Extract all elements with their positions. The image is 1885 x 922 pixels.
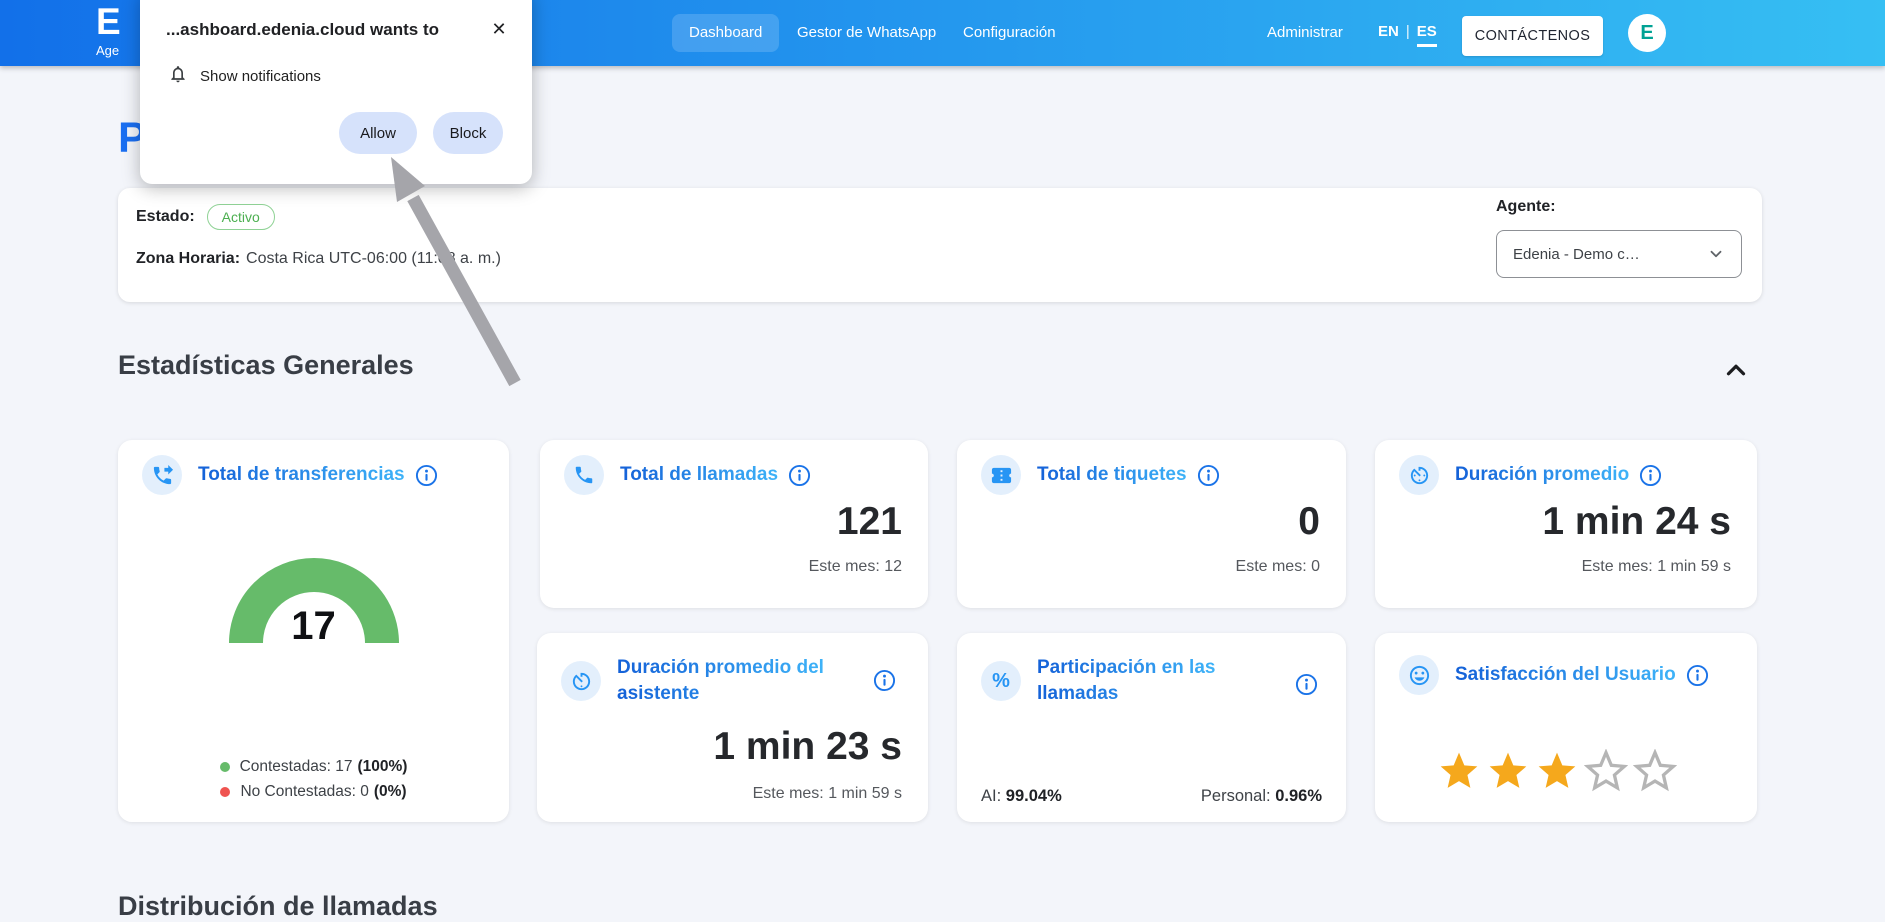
app-logo-subtitle: Age: [96, 43, 119, 58]
estado-label: Estado:: [136, 208, 195, 226]
info-icon[interactable]: [1639, 464, 1662, 487]
card-participacion: % Participación en lasllamadas AI: 99.04…: [957, 633, 1346, 822]
card-duracion-promedio: Duración promedio 1 min 24 s Este mes: 1…: [1375, 440, 1757, 608]
app-logo: E: [96, 1, 121, 43]
permission-text: Show notifications: [200, 68, 321, 85]
bell-icon: [168, 64, 188, 89]
chevron-down-icon: [1707, 245, 1725, 263]
green-dot-icon: [220, 762, 230, 772]
contact-button[interactable]: CONTÁCTENOS: [1462, 16, 1603, 56]
card-title: Total de tiquetes: [1037, 462, 1187, 488]
gauge-legend: Contestadas: 17 (100%) No Contestadas: 0…: [118, 758, 509, 801]
nav-gestor-whatsapp[interactable]: Gestor de WhatsApp: [797, 24, 936, 41]
card-title: Satisfacción del Usuario: [1455, 662, 1676, 688]
status-badge: Activo: [207, 204, 275, 230]
info-icon[interactable]: [788, 464, 811, 487]
ticket-icon: [981, 455, 1021, 495]
legend-answered: Contestadas: 17 (100%): [220, 758, 408, 776]
card-title: Total de transferencias: [198, 462, 405, 488]
calls-value: 121: [837, 500, 902, 544]
percent-icon: %: [981, 661, 1021, 701]
agente-label: Agente:: [1496, 198, 1556, 216]
star-filled-icon[interactable]: [1535, 749, 1579, 793]
legend-answered-pct: (100%): [357, 758, 407, 776]
lang-es[interactable]: ES: [1417, 23, 1437, 47]
star-empty-icon[interactable]: [1633, 749, 1677, 793]
info-icon[interactable]: [1686, 664, 1709, 687]
participation-values: AI: 99.04% Personal: 0.96%: [981, 787, 1322, 806]
star-rating[interactable]: [1437, 749, 1677, 793]
ai-participation: AI: 99.04%: [981, 787, 1062, 806]
dialog-title: ...ashboard.edenia.cloud wants to: [166, 20, 439, 40]
info-icon[interactable]: [1295, 673, 1318, 696]
avg-duration-sub: Este mes: 1 min 59 s: [1582, 558, 1731, 576]
lang-separator: |: [1406, 23, 1410, 47]
agente-selected-value: Edenia - Demo c…: [1513, 246, 1707, 263]
section-heading: Estadísticas Generales: [118, 350, 414, 381]
bottom-section-heading: Distribución de llamadas: [118, 891, 438, 922]
tickets-value: 0: [1298, 500, 1320, 544]
card-satisfaccion: Satisfacción del Usuario: [1375, 633, 1757, 822]
card-total-llamadas: Total de llamadas 121 Este mes: 12: [540, 440, 928, 608]
legend-unanswered-text: No Contestadas: 0: [240, 783, 368, 801]
status-card: Estado: Activo Zona Horaria: Costa Rica U…: [118, 188, 1762, 302]
info-icon[interactable]: [873, 669, 896, 692]
allow-button[interactable]: Allow: [339, 112, 417, 154]
star-empty-icon[interactable]: [1584, 749, 1628, 793]
close-icon[interactable]: ✕: [486, 16, 512, 42]
notification-permission-dialog: ...ashboard.edenia.cloud wants to ✕ Show…: [140, 0, 532, 184]
block-button[interactable]: Block: [433, 112, 503, 154]
agente-select[interactable]: Edenia - Demo c…: [1496, 230, 1742, 278]
timer-icon: [1399, 455, 1439, 495]
nav-administrar[interactable]: Administrar: [1267, 24, 1343, 41]
assistant-duration-value: 1 min 23 s: [713, 725, 902, 769]
nav-configuracion[interactable]: Configuración: [963, 24, 1056, 41]
user-avatar[interactable]: E: [1628, 14, 1666, 52]
timer-icon: [561, 661, 601, 701]
legend-unanswered-pct: (0%): [374, 783, 407, 801]
zona-horaria-value: Costa Rica UTC-06:00 (11:08 a. m.): [246, 250, 501, 267]
zona-horaria-label: Zona Horaria:: [136, 250, 240, 267]
smiley-icon: [1399, 655, 1439, 695]
legend-unanswered: No Contestadas: 0 (0%): [220, 783, 406, 801]
card-duracion-asistente: Duración promedio delasistente 1 min 23 …: [537, 633, 928, 822]
language-switcher: EN | ES: [1378, 23, 1437, 47]
red-dot-icon: [220, 787, 230, 797]
card-total-tiquetes: Total de tiquetes 0 Este mes: 0: [957, 440, 1346, 608]
star-filled-icon[interactable]: [1437, 749, 1481, 793]
info-icon[interactable]: [415, 464, 438, 487]
legend-answered-text: Contestadas: 17: [240, 758, 353, 776]
phone-transfer-icon: [142, 455, 182, 495]
card-title: Duración promedio delasistente: [617, 655, 824, 707]
personal-participation: Personal: 0.96%: [1201, 787, 1322, 806]
card-title: Participación en lasllamadas: [1037, 655, 1215, 707]
avg-duration-value: 1 min 24 s: [1542, 500, 1731, 544]
card-title: Duración promedio: [1455, 462, 1629, 488]
info-icon[interactable]: [1197, 464, 1220, 487]
card-total-transferencias: Total de transferencias 17 Contestadas: …: [118, 440, 509, 822]
star-filled-icon[interactable]: [1486, 749, 1530, 793]
transfers-value: 17: [118, 604, 509, 649]
collapse-section-button[interactable]: [1718, 354, 1754, 388]
phone-icon: [564, 455, 604, 495]
card-title: Total de llamadas: [620, 462, 778, 488]
calls-sub: Este mes: 12: [809, 558, 902, 576]
chevron-up-icon: [1721, 355, 1751, 385]
nav-dashboard[interactable]: Dashboard: [672, 14, 779, 52]
lang-en[interactable]: EN: [1378, 23, 1399, 47]
assistant-duration-sub: Este mes: 1 min 59 s: [753, 785, 902, 803]
tickets-sub: Este mes: 0: [1236, 558, 1320, 576]
